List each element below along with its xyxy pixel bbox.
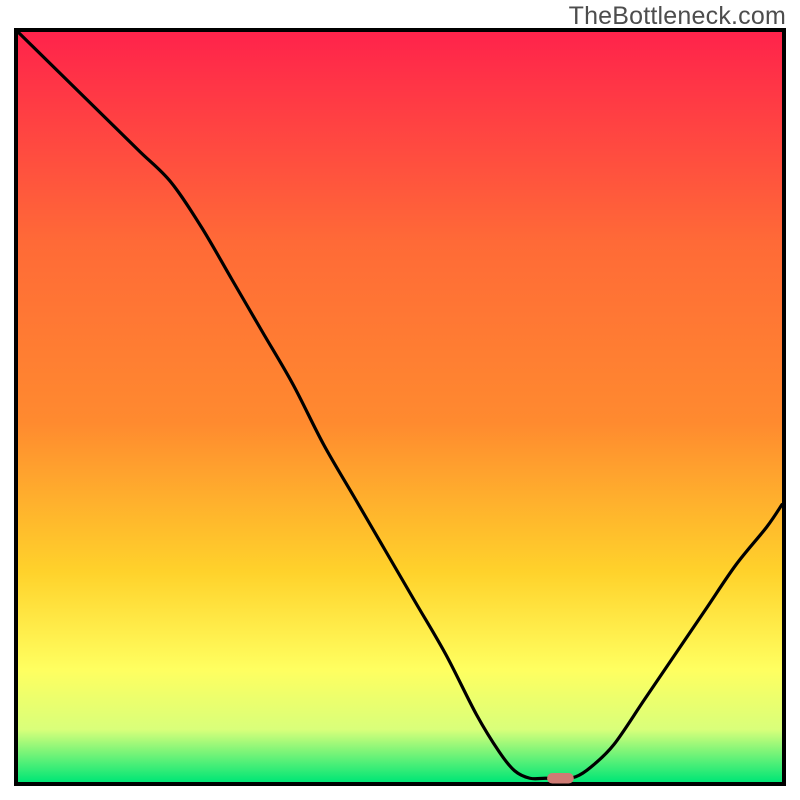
optimal-marker	[547, 773, 574, 784]
bottleneck-chart	[0, 0, 800, 800]
frame-bottom	[14, 782, 786, 786]
chart-stage: TheBottleneck.com	[0, 0, 800, 800]
frame-left	[14, 28, 18, 786]
frame-right	[782, 28, 786, 786]
watermark-text: TheBottleneck.com	[569, 2, 786, 31]
